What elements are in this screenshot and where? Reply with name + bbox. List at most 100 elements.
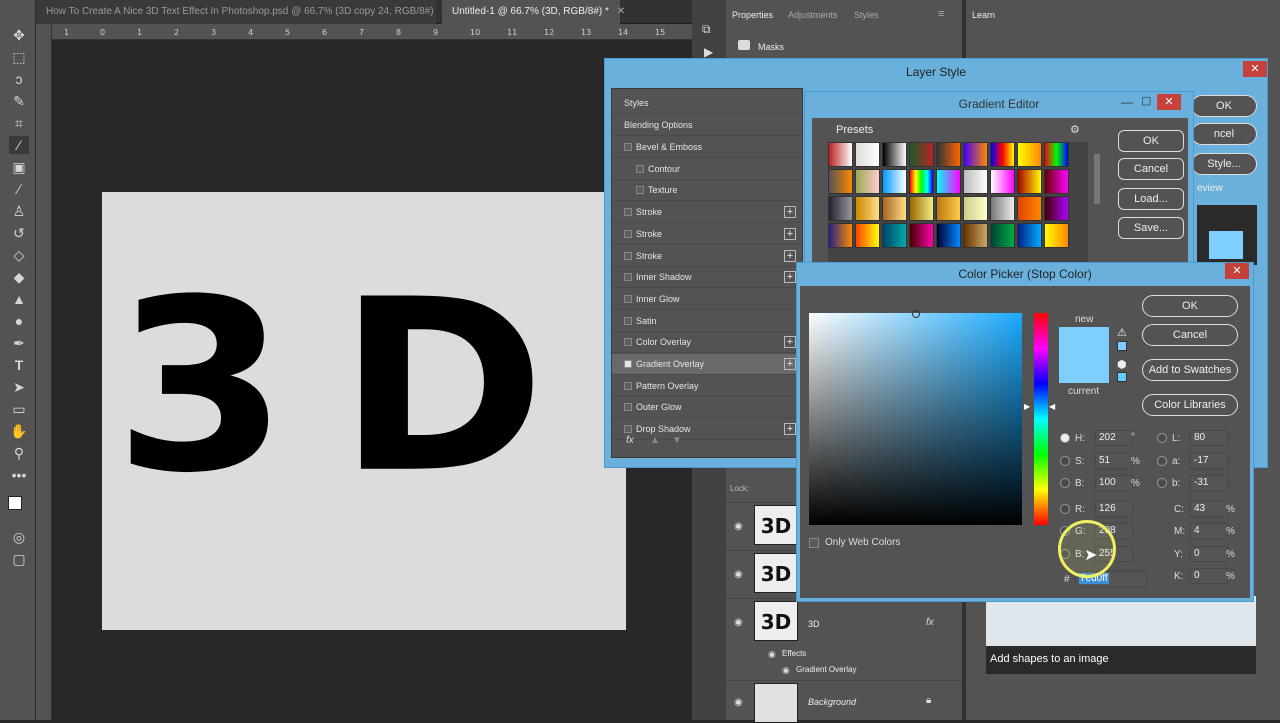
layer-style-checkbox[interactable] xyxy=(624,208,632,217)
visibility-eye-icon[interactable]: ◉ xyxy=(734,569,743,580)
foreground-color-swatch[interactable] xyxy=(8,496,22,510)
visibility-eye-icon[interactable]: ◉ xyxy=(734,521,743,532)
gradient-preset-swatch[interactable] xyxy=(1044,142,1069,167)
close-icon[interactable]: ✕ xyxy=(1225,263,1249,279)
add-effect-plus-icon[interactable]: + xyxy=(784,271,796,284)
gradient-preset-swatch[interactable] xyxy=(855,169,880,194)
tab-styles[interactable]: Styles xyxy=(854,10,879,20)
zoom-tool-icon[interactable]: ⚲ xyxy=(9,444,29,462)
cancel-button[interactable]: ncel xyxy=(1191,123,1257,145)
rectangle-tool-icon[interactable]: ▭ xyxy=(9,400,29,418)
layer-style-checkbox[interactable] xyxy=(636,164,644,173)
document-tab-1[interactable]: How To Create A Nice 3D Text Effect In P… xyxy=(36,0,450,24)
new-style-button[interactable]: Style... xyxy=(1191,153,1257,175)
learn-caption[interactable]: Add shapes to an image xyxy=(986,646,1256,674)
gradient-preset-swatch[interactable] xyxy=(882,169,907,194)
layer-style-checkbox[interactable] xyxy=(624,294,632,303)
add-effect-plus-icon[interactable]: + xyxy=(784,206,796,219)
layer-style-item[interactable]: Stroke + xyxy=(612,246,802,267)
hue-slider-right-arrow[interactable]: ◀ xyxy=(1049,402,1055,411)
layer-style-item[interactable]: Contour xyxy=(612,159,802,180)
hue-slider[interactable] xyxy=(1034,313,1048,525)
learn-thumbnail[interactable] xyxy=(986,596,1256,646)
visibility-eye-icon[interactable]: ◉ xyxy=(782,665,790,676)
scrollbar[interactable] xyxy=(1094,154,1100,204)
gradient-preset-swatch[interactable] xyxy=(963,196,988,221)
lab-a-radio[interactable] xyxy=(1157,456,1167,466)
gradient-preset-swatch[interactable] xyxy=(909,169,934,194)
layer-style-checkbox[interactable] xyxy=(624,273,632,282)
gradient-preset-swatch[interactable] xyxy=(909,223,934,248)
red-field[interactable]: 126 xyxy=(1095,501,1133,517)
layer-style-item[interactable]: Drop Shadow + xyxy=(612,419,802,441)
fx-menu-icon[interactable]: fx xyxy=(626,435,634,446)
layer-style-item[interactable]: Stroke + xyxy=(612,202,802,224)
color-libraries-button[interactable]: Color Libraries xyxy=(1142,394,1238,416)
gradient-preset-swatch[interactable] xyxy=(909,196,934,221)
visibility-eye-icon[interactable]: ◉ xyxy=(768,649,776,660)
layer-style-item[interactable]: Bevel & Emboss xyxy=(612,137,802,158)
gradient-preset-swatch[interactable] xyxy=(936,169,961,194)
layer-name[interactable]: Background xyxy=(808,697,856,707)
lasso-tool-icon[interactable]: ↄ xyxy=(9,70,29,88)
gamut-swatch[interactable] xyxy=(1117,341,1127,351)
saturation-radio[interactable] xyxy=(1060,456,1070,466)
layer-style-checkbox[interactable] xyxy=(624,381,632,390)
more-tools-icon[interactable]: ••• xyxy=(9,466,29,484)
layer-style-checkbox[interactable] xyxy=(624,229,632,238)
layer-row[interactable]: ◉ Background 🔒︎ xyxy=(726,680,962,723)
add-effect-plus-icon[interactable]: + xyxy=(784,249,796,262)
visibility-eye-icon[interactable]: ◉ xyxy=(734,697,743,708)
lab-l-radio[interactable] xyxy=(1157,433,1167,443)
current-color-swatch[interactable] xyxy=(1059,355,1109,383)
gradient-preset-swatch[interactable] xyxy=(990,196,1015,221)
tab-adjustments[interactable]: Adjustments xyxy=(788,10,838,20)
layer-style-item[interactable]: Inner Glow xyxy=(612,289,802,310)
gradient-overlay-effect-label[interactable]: Gradient Overlay xyxy=(796,665,856,674)
yellow-field[interactable]: 0 xyxy=(1190,546,1228,562)
save-button[interactable]: Save... xyxy=(1118,217,1184,239)
gear-icon[interactable]: ⚙ xyxy=(1070,123,1080,136)
add-to-swatches-button[interactable]: Add to Swatches xyxy=(1142,359,1238,381)
gradient-preset-swatch[interactable] xyxy=(1017,223,1042,248)
hue-field[interactable]: 202 xyxy=(1095,430,1133,446)
tab-learn[interactable]: Learn xyxy=(972,10,995,20)
marquee-tool-icon[interactable]: ⬚ xyxy=(9,48,29,66)
black-field[interactable]: 0 xyxy=(1190,568,1228,584)
visibility-eye-icon[interactable]: ◉ xyxy=(734,617,743,628)
hue-slider-left-arrow[interactable]: ▶ xyxy=(1024,402,1030,411)
gradient-preset-swatch[interactable] xyxy=(990,169,1015,194)
gradient-preset-swatch[interactable] xyxy=(936,142,961,167)
tab-properties[interactable]: Properties xyxy=(732,10,773,20)
layer-style-item[interactable]: Color Overlay + xyxy=(612,332,802,354)
gradient-preset-swatch[interactable] xyxy=(1017,169,1042,194)
brightness-field[interactable]: 100 xyxy=(1095,475,1133,491)
cancel-button[interactable]: Cancel xyxy=(1118,158,1184,180)
layer-style-item[interactable]: Inner Shadow + xyxy=(612,267,802,289)
gradient-preset-swatch[interactable] xyxy=(990,223,1015,248)
styles-item[interactable]: Styles xyxy=(612,93,802,114)
gradient-preset-swatch[interactable] xyxy=(1017,196,1042,221)
maximize-icon[interactable]: ▢ xyxy=(1141,94,1151,107)
eraser-tool-icon[interactable]: ◇ xyxy=(9,246,29,264)
add-effect-plus-icon[interactable]: + xyxy=(784,358,796,370)
ok-button[interactable]: OK xyxy=(1142,295,1238,317)
add-effect-plus-icon[interactable]: + xyxy=(784,336,796,349)
gradient-preset-swatch[interactable] xyxy=(909,142,934,167)
gamut-warning-icon[interactable]: ⚠ xyxy=(1117,326,1127,339)
canvas-3d-text[interactable]: 3D xyxy=(114,268,595,506)
add-effect-plus-icon[interactable]: + xyxy=(784,423,796,436)
fx-icon[interactable]: fx xyxy=(926,617,934,628)
type-tool-icon[interactable]: T xyxy=(9,356,29,374)
move-down-icon[interactable]: ▼ xyxy=(672,435,682,446)
gradient-preset-swatch[interactable] xyxy=(882,223,907,248)
layer-style-item[interactable]: Pattern Overlay xyxy=(612,376,802,397)
magenta-field[interactable]: 4 xyxy=(1190,523,1228,539)
gradient-preset-swatch[interactable] xyxy=(936,223,961,248)
gradient-preset-swatch[interactable] xyxy=(828,169,853,194)
saturation-field[interactable]: 51 xyxy=(1095,453,1133,469)
cyan-field[interactable]: 43 xyxy=(1190,501,1228,517)
layer-style-item[interactable]: Gradient Overlay + xyxy=(612,354,802,375)
layer-style-item[interactable]: Satin xyxy=(612,311,802,332)
dodge-tool-icon[interactable]: ● xyxy=(9,312,29,330)
